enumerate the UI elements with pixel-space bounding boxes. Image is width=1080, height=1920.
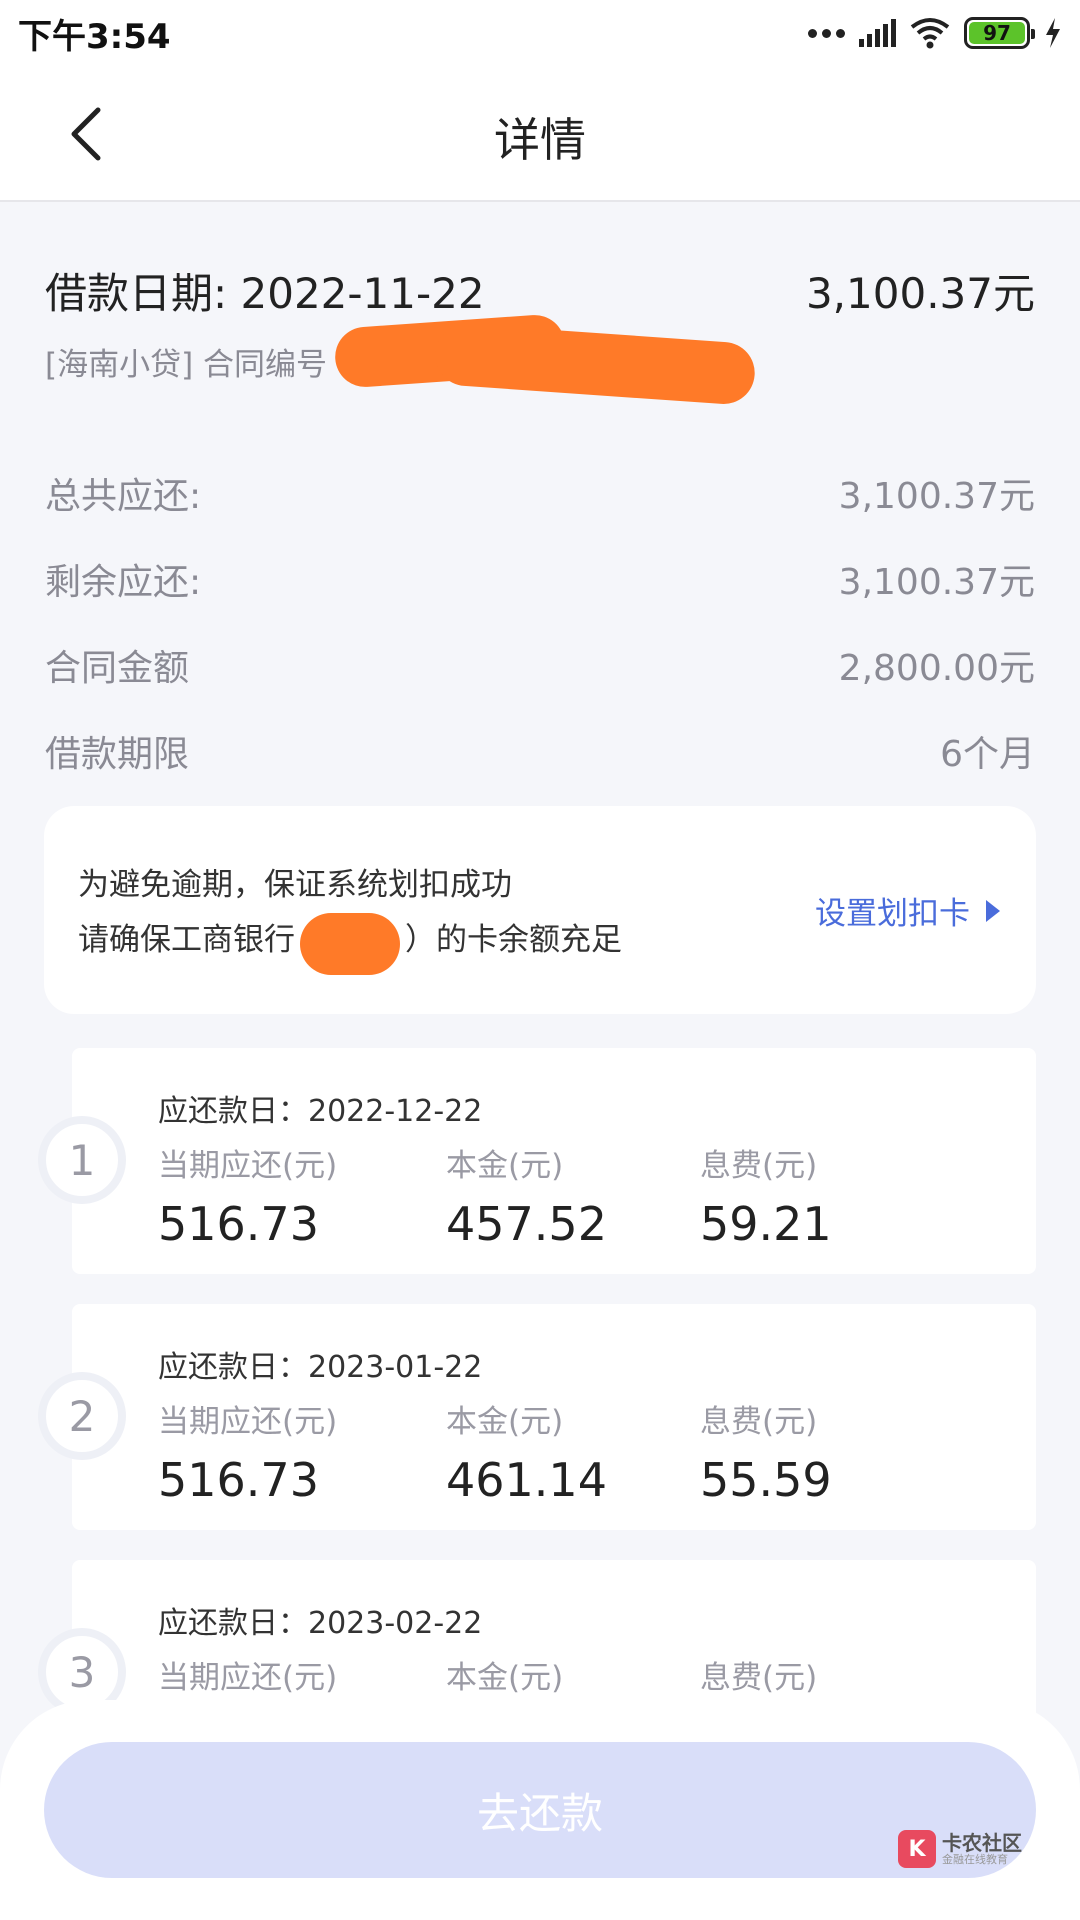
contract-number-line: [海南小贷] 合同编号	[45, 313, 1035, 407]
due-label: 当期应还(元)	[158, 1404, 338, 1440]
due-amount: 516.73	[158, 1453, 319, 1507]
page-title: 详情	[494, 113, 586, 167]
info-label: 借款期限	[45, 734, 190, 775]
status-bar: 下午3:54 97	[0, 0, 1080, 66]
charging-icon	[1046, 18, 1060, 48]
page: 下午3:54 97 详情 借款日期: 2022-11-22 3,100.37元 …	[0, 0, 1080, 1920]
principal-column: 本金(元) 457.52	[446, 1140, 607, 1251]
redaction-mark	[300, 913, 400, 975]
installment-index: 1	[38, 1116, 126, 1204]
deduction-notice-card: 为避免逾期，保证系统划扣成功 请确保工商银行 ）的卡余额充足 设置划扣卡	[44, 806, 1036, 1014]
principal-column: 本金(元) 461.14	[446, 1396, 607, 1507]
info-label: 总共应还:	[45, 476, 202, 517]
interest-column: 息费(元) 59.21	[700, 1140, 832, 1251]
status-time: 下午3:54	[18, 16, 171, 57]
interest-column: 息费(元) 55.59	[700, 1396, 832, 1507]
repay-button[interactable]: 去还款	[44, 1742, 1036, 1878]
loan-summary: 借款日期: 2022-11-22 3,100.37元 [海南小贷] 合同编号	[45, 260, 1035, 407]
interest-amount: 59.21	[700, 1197, 832, 1251]
redaction-mark	[433, 321, 757, 407]
due-amount: 516.73	[158, 1197, 319, 1251]
installment-card[interactable]: 应还款日：2022-12-22 当期应还(元) 516.73 本金(元) 457…	[72, 1048, 1036, 1274]
due-date: 应还款日：2023-01-22	[158, 1350, 483, 1385]
status-icons: 97	[808, 17, 1062, 49]
info-row: 合同金额 2,800.00元	[45, 622, 1035, 708]
set-deduction-card-link[interactable]: 设置划扣卡	[815, 888, 1000, 933]
due-column: 当期应还(元)	[158, 1652, 337, 1697]
interest-label: 息费(元)	[700, 1404, 818, 1440]
interest-column: 息费(元)	[700, 1652, 817, 1697]
watermark-logo-icon: K	[898, 1830, 936, 1868]
principal-column: 本金(元)	[446, 1652, 563, 1697]
info-row: 剩余应还: 3,100.37元	[45, 536, 1035, 622]
cell-signal-icon	[859, 19, 896, 47]
interest-amount: 55.59	[700, 1453, 832, 1507]
due-column: 当期应还(元) 516.73	[158, 1396, 337, 1507]
watermark-subtitle: 金融在线教育	[942, 1852, 1008, 1866]
principal-label: 本金(元)	[446, 1404, 564, 1440]
battery-level: 97	[969, 21, 1025, 45]
interest-label: 息费(元)	[700, 1660, 818, 1696]
info-row: 借款期限 6个月	[45, 708, 1035, 794]
info-value: 3,100.37元	[838, 476, 1035, 517]
play-arrow-icon	[986, 899, 1000, 922]
principal-label: 本金(元)	[446, 1660, 564, 1696]
notice-bank-suffix: ）的卡余额充足	[405, 922, 622, 958]
wifi-icon	[910, 18, 950, 49]
info-label: 剩余应还:	[45, 562, 202, 603]
info-value: 3,100.37元	[838, 562, 1035, 603]
watermark-title: 卡农社区	[942, 1830, 1022, 1855]
due-column: 当期应还(元) 516.73	[158, 1140, 337, 1251]
principal-amount: 457.52	[446, 1197, 607, 1251]
loan-info-list: 总共应还: 3,100.37元 剩余应还: 3,100.37元 合同金额 2,8…	[45, 450, 1035, 794]
installment-card[interactable]: 应还款日：2023-01-22 当期应还(元) 516.73 本金(元) 461…	[72, 1304, 1036, 1530]
link-label: 设置划扣卡	[815, 896, 970, 932]
info-row: 总共应还: 3,100.37元	[45, 450, 1035, 536]
principal-amount: 461.14	[446, 1453, 607, 1507]
due-label: 当期应还(元)	[158, 1148, 338, 1184]
due-date: 应还款日：2023-02-22	[158, 1606, 483, 1641]
interest-label: 息费(元)	[700, 1148, 818, 1184]
notice-bank-prefix: 请确保工商银行	[78, 922, 295, 958]
info-label: 合同金额	[45, 648, 190, 689]
loan-amount: 3,100.37元	[805, 269, 1035, 318]
principal-label: 本金(元)	[446, 1148, 564, 1184]
more-dots-icon	[808, 28, 845, 38]
contract-prefix: [海南小贷] 合同编号	[45, 347, 328, 383]
battery-icon: 97	[964, 17, 1035, 49]
watermark: K 卡农社区 金融在线教育	[898, 1830, 1022, 1868]
due-label: 当期应还(元)	[158, 1660, 338, 1696]
installment-index: 2	[38, 1372, 126, 1460]
loan-date: 借款日期: 2022-11-22	[45, 269, 485, 318]
due-date: 应还款日：2022-12-22	[158, 1094, 483, 1129]
nav-bar: 详情	[0, 66, 1080, 202]
info-value: 6个月	[940, 734, 1035, 775]
info-value: 2,800.00元	[838, 648, 1035, 689]
